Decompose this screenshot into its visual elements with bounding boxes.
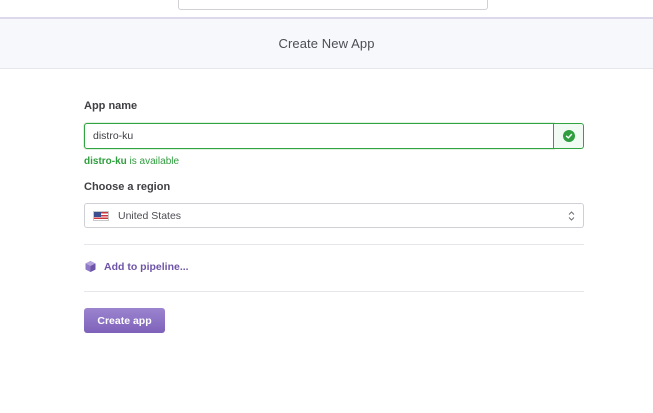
chevron-updown-icon: [567, 210, 575, 221]
app-name-status: [554, 123, 584, 149]
divider: [84, 244, 584, 245]
availability-app-name: distro-ku: [84, 156, 127, 167]
app-name-input[interactable]: [84, 123, 554, 149]
add-to-pipeline-link[interactable]: Add to pipeline...: [84, 260, 189, 273]
top-bar: [0, 0, 653, 17]
availability-message: distro-ku is available: [84, 156, 179, 167]
availability-suffix: is available: [126, 156, 180, 167]
page-title: Create New App: [278, 36, 375, 51]
add-to-pipeline-label: Add to pipeline...: [104, 260, 189, 273]
create-app-button[interactable]: Create app: [84, 308, 165, 333]
divider: [84, 291, 584, 292]
region-label: Choose a region: [84, 181, 171, 193]
region-selected-value: United States: [118, 209, 182, 222]
check-circle-icon: [562, 130, 575, 142]
page-header: Create New App: [0, 17, 653, 69]
top-search-input[interactable]: [178, 0, 488, 10]
app-name-label: App name: [84, 100, 138, 112]
region-select[interactable]: United States: [84, 203, 584, 228]
pipeline-cube-icon: [84, 260, 97, 273]
us-flag-icon: [93, 210, 109, 221]
app-name-field: [84, 123, 584, 149]
